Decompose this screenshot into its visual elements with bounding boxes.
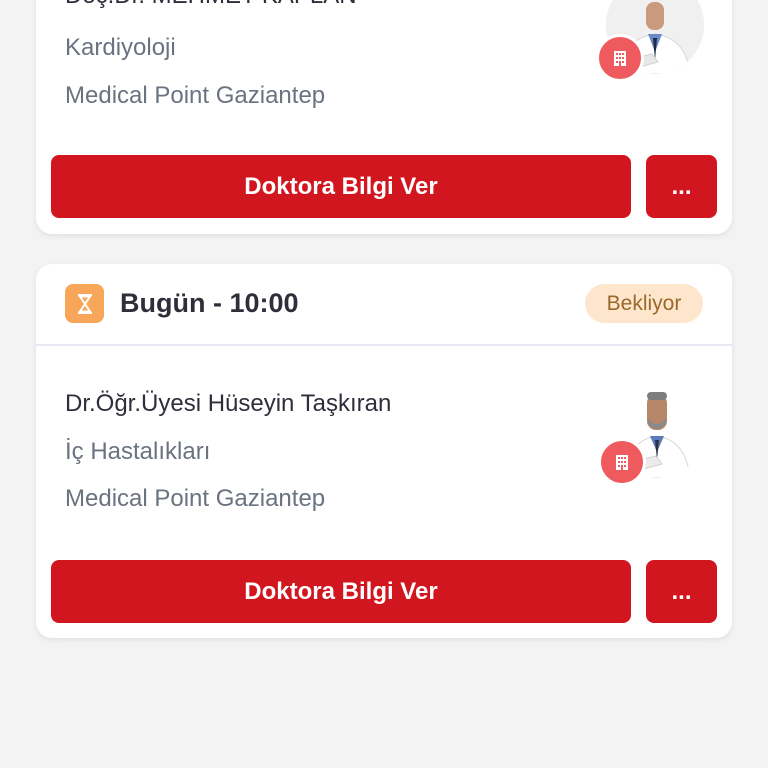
doctor-specialty: Kardiyoloji <box>65 34 176 61</box>
doctor-name: Doç.Dr. MEHMET KAPLAN <box>65 0 357 10</box>
doctor-name: Dr.Öğr.Üyesi Hüseyin Taşkıran <box>65 390 392 417</box>
hospital-name: Medical Point Gaziantep <box>65 82 326 109</box>
building-icon <box>596 34 644 82</box>
more-options-button[interactable]: ... <box>646 560 717 623</box>
appointment-time: Bugün - 10:00 <box>120 288 299 318</box>
doctor-specialty: İç Hastalıkları <box>65 438 211 465</box>
status-badge: Bekliyor <box>585 284 703 323</box>
doctor-avatar <box>596 0 704 82</box>
hourglass-icon <box>65 284 104 323</box>
notify-doctor-button[interactable]: Doktora Bilgi Ver <box>51 155 631 218</box>
more-options-button[interactable]: ... <box>646 155 717 218</box>
appointment-header: Bugün - 10:00 Bekliyor <box>36 264 732 346</box>
notify-doctor-button[interactable]: Doktora Bilgi Ver <box>51 560 631 623</box>
appointment-card: Doç.Dr. MEHMET KAPLAN Kardiyoloji Medica… <box>36 0 732 234</box>
hospital-name: Medical Point Gaziantep <box>65 485 326 512</box>
building-icon <box>598 438 646 486</box>
appointment-card: Bugün - 10:00 Bekliyor Dr.Öğr.Üyesi Hüse… <box>36 264 732 638</box>
doctor-avatar <box>598 380 706 486</box>
